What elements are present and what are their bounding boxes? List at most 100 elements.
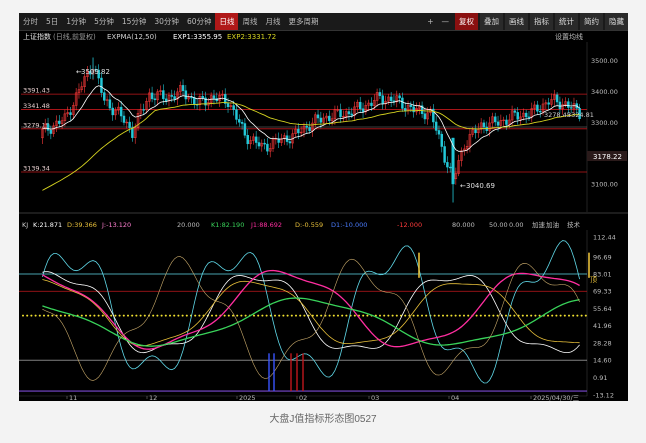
hide-button[interactable]: 隐藏 <box>605 13 628 30</box>
candle-body <box>398 95 401 99</box>
kdj-level-50-dot <box>257 314 260 317</box>
kdj-tick-label: 112.44 <box>593 234 616 242</box>
kdj-level-50-dot <box>295 314 297 317</box>
candle-body <box>238 119 241 123</box>
kdj-level-50-dot <box>122 314 125 317</box>
kdj-level-50-dot <box>416 314 419 317</box>
kdj-level-50-dot <box>227 314 230 317</box>
kdj-level-50-dot <box>160 314 163 317</box>
kdj-80: 80.000 <box>452 221 475 229</box>
kdj-level-50-dot <box>215 314 218 317</box>
period-tab-5day[interactable]: 5日 <box>42 13 62 30</box>
period-tab-more[interactable]: 更多周期 <box>284 13 322 30</box>
zoom-out-button[interactable]: — <box>438 13 454 30</box>
period-tab-daily[interactable]: 日线 <box>215 13 239 30</box>
zoom-in-button[interactable]: + <box>423 13 437 30</box>
overlay-button[interactable]: 叠加 <box>480 13 503 30</box>
kdj-level-50-dot <box>290 314 293 317</box>
period-tab-30min[interactable]: 30分钟 <box>150 13 183 30</box>
top-signal-marker: 顶 <box>590 276 597 284</box>
kdj-level-50-dot <box>576 314 579 317</box>
candle-body <box>153 98 157 101</box>
candle-body <box>524 112 528 118</box>
candle-body <box>350 113 354 116</box>
kdj-level-50-dot <box>555 314 558 317</box>
kdj-level-50-dot <box>568 314 570 317</box>
period-tab-15min[interactable]: 15分钟 <box>118 13 151 30</box>
kdj-level-50-dot <box>22 314 24 317</box>
kdj-level-50-dot <box>496 314 499 317</box>
chart-window: 分时 5日 1分钟 5分钟 15分钟 30分钟 60分钟 日线 周线 月线 更多… <box>19 13 628 401</box>
ma-settings-link[interactable]: 设置均线 <box>555 32 583 41</box>
candle-body <box>226 103 230 108</box>
kdj-label: KJ <box>22 221 28 229</box>
simple-button[interactable]: 简约 <box>580 13 603 30</box>
candle-body <box>193 97 196 105</box>
candle-body <box>184 90 188 100</box>
indicator-button[interactable]: 指标 <box>530 13 553 30</box>
toolbar: 分时 5日 1分钟 5分钟 15分钟 30分钟 60分钟 日线 周线 月线 更多… <box>19 13 628 31</box>
kdj-level-50-dot <box>127 314 129 317</box>
kdj-level-50-dot <box>236 314 239 317</box>
kdj-level-50-dot <box>282 314 285 317</box>
kdj-level-50-dot <box>337 314 339 317</box>
kdj-level-50-dot <box>261 314 264 317</box>
period-tab-monthly[interactable]: 月线 <box>261 13 284 30</box>
low-annotation: 3040.69 <box>466 182 495 190</box>
candle-body <box>448 166 452 169</box>
candle-body <box>547 102 550 105</box>
kdj-level-50-dot <box>328 314 331 317</box>
key-level-label: 3139.34 <box>23 165 50 173</box>
kdj-level-50-dot <box>526 314 528 317</box>
candle-body <box>505 119 508 125</box>
kdj-tech: 技术 <box>567 220 581 229</box>
kdj-level-50-dot <box>80 314 83 317</box>
time-tick-label: 04 <box>451 394 459 401</box>
kdj-tick-label: 14.60 <box>593 357 612 365</box>
kdj-level-50-dot <box>118 314 121 317</box>
candle-body <box>434 121 438 131</box>
kdj-level-50-dot <box>521 314 524 317</box>
period-tab-5min[interactable]: 5分钟 <box>90 13 118 30</box>
kdj-level-50-dot <box>450 314 453 317</box>
kdj-level-50-dot <box>572 314 575 317</box>
right-annotation: 3324.81 <box>567 111 594 119</box>
kdj-d1: D1:-10.000 <box>331 221 367 229</box>
kdj-level-50-dot <box>181 314 184 317</box>
legend-expma: EXPMA(12,50) <box>107 33 157 41</box>
kdj-20: 20.000 <box>177 221 200 229</box>
kdj-level-50-dot <box>509 314 512 317</box>
current-price-tag: 3178.22 <box>593 153 622 161</box>
candle-body <box>555 94 559 103</box>
stats-button[interactable]: 统计 <box>555 13 578 30</box>
kdj-level-50-dot <box>253 314 255 317</box>
candle-body <box>378 92 382 96</box>
draw-button[interactable]: 画线 <box>505 13 528 30</box>
adjust-button[interactable]: 复权 <box>455 13 478 30</box>
kdj-j1: J1:88.692 <box>250 221 282 229</box>
candle-body <box>297 128 300 134</box>
candle-body <box>240 122 244 124</box>
period-tab-fenshi[interactable]: 分时 <box>19 13 42 30</box>
period-tab-1min[interactable]: 1分钟 <box>62 13 90 30</box>
candle-body <box>361 108 365 113</box>
kdj-level-50-dot <box>320 314 323 317</box>
chart-plot: 上证指数 (日线,前复权) EXPMA(12,50) EXP1:3355.95 … <box>19 32 628 401</box>
period-tab-60min[interactable]: 60分钟 <box>183 13 216 30</box>
kdj-0: 0.00 <box>509 221 523 229</box>
kdj-level-50-dot <box>93 314 96 317</box>
kdj-level-50-dot <box>316 314 318 317</box>
kdj-level-50-dot <box>580 314 583 317</box>
kdj-level-50-dot <box>26 314 29 317</box>
period-tab-weekly[interactable]: 周线 <box>238 13 261 30</box>
kdj-level-50-dot <box>559 314 562 317</box>
kdj-accel: 加速 <box>532 220 546 229</box>
candle-body <box>513 110 517 113</box>
kdj-level-50-dot <box>265 314 268 317</box>
figure-caption: 大盘J值指标形态图0527 <box>269 414 377 425</box>
candle-body <box>257 142 261 147</box>
kdj-level-50-dot <box>383 314 386 317</box>
candle-body <box>49 130 53 134</box>
time-tick-label: 2025 <box>239 394 256 401</box>
candle-body <box>164 98 168 102</box>
